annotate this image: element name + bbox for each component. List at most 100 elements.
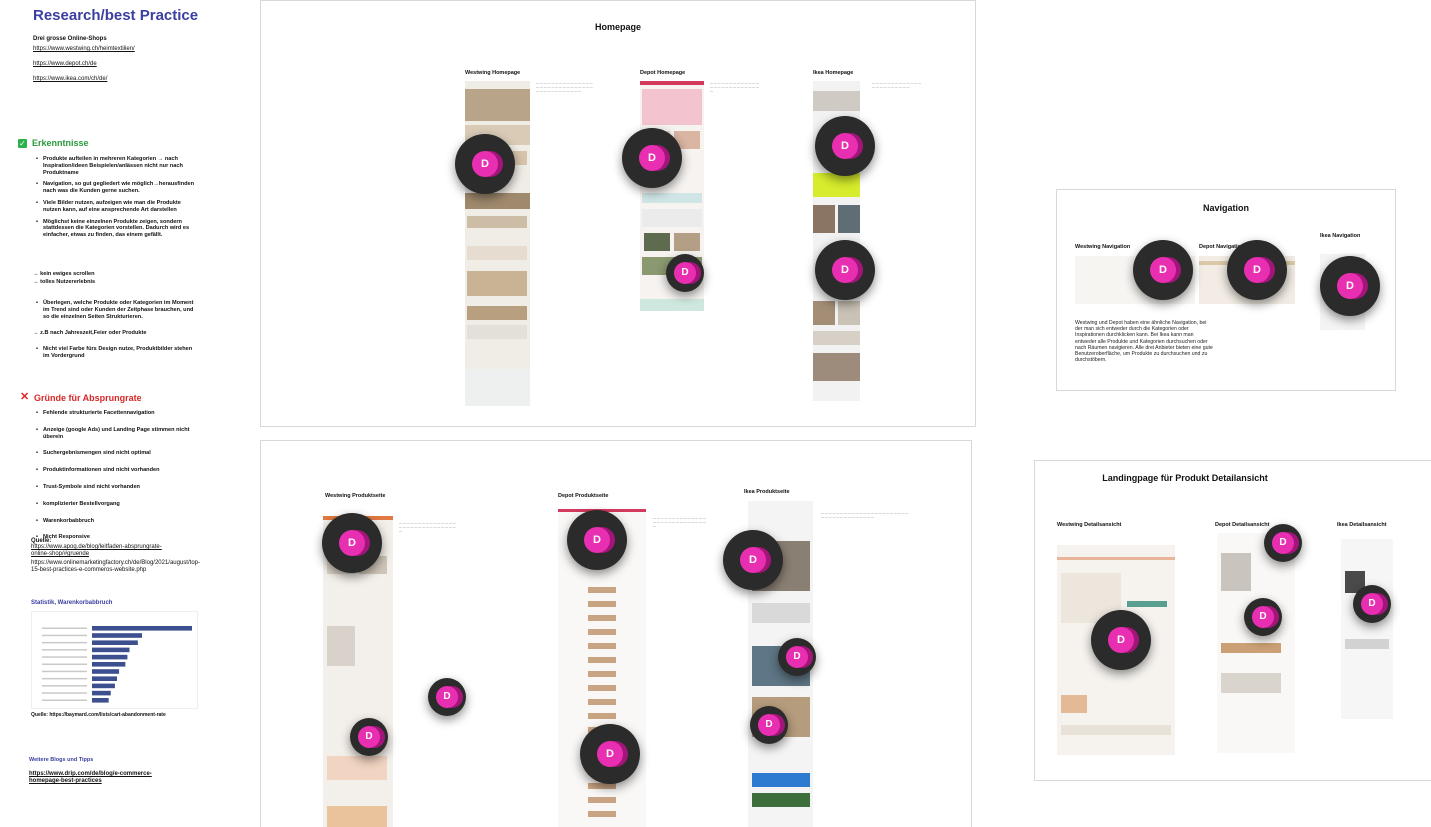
collaborator-avatar-marker[interactable]: D xyxy=(1264,524,1302,562)
figma-canvas[interactable]: Research/best Practice Drei grosse Onlin… xyxy=(0,0,1431,827)
collaborator-avatar-marker[interactable]: D xyxy=(1227,240,1287,300)
depot-detail-shot xyxy=(1217,533,1295,753)
collaborator-avatar-marker[interactable]: D xyxy=(815,116,875,176)
bounce-item: Produktinformationen sind nicht vorhande… xyxy=(35,467,195,474)
insights-list-2: Überlegen, welche Produkte oder Kategori… xyxy=(35,300,195,320)
collaborator-avatar-marker[interactable]: D xyxy=(455,134,515,194)
chart-bar xyxy=(92,640,138,645)
avatar[interactable]: D xyxy=(472,151,498,177)
chart-bar-label-placeholder xyxy=(42,641,87,644)
ikea-detail-label: Ikea Detailsansicht xyxy=(1337,522,1387,528)
source-link-1[interactable]: https://www.apog.de/blog/leitfaden-abspr… xyxy=(31,544,171,558)
avatar[interactable]: D xyxy=(436,686,458,708)
chart-bar-label-placeholder xyxy=(42,677,87,680)
insight-item: Nicht viel Farbe fürs Design nutze, Prod… xyxy=(35,346,195,360)
stats-source[interactable]: Quelle: https://baymard.com/lists/cart-a… xyxy=(31,712,166,718)
ikea-produkt-label: Ikea Produktseite xyxy=(744,489,790,495)
avatar[interactable]: D xyxy=(1272,532,1294,554)
bounce-item: komplizierter Bestellvorgang xyxy=(35,501,195,508)
navigation-text: Westwing und Depot haben eine ähnliche N… xyxy=(1075,320,1213,364)
collaborator-avatar-marker[interactable]: D xyxy=(580,724,640,784)
note-text: — — — — — — — — — — — — — — — — — — — — … xyxy=(653,516,706,528)
collaborator-avatar-marker[interactable]: D xyxy=(322,513,382,573)
avatar[interactable]: D xyxy=(358,726,380,748)
collaborator-avatar-marker[interactable]: D xyxy=(567,510,627,570)
homepage-frame[interactable]: Homepage Westwing Homepage — — — — — — —… xyxy=(260,0,976,427)
westwing-navigation-label: Westwing Navigation xyxy=(1075,244,1131,250)
bounce-title: Gründe für Absprungrate xyxy=(34,393,142,403)
link-westwing[interactable]: https://www.westwing.ch/heimtextilien/ xyxy=(33,46,135,52)
note-text: — — — — — — — — — — — — — — — — — — — — … xyxy=(821,511,909,519)
avatar[interactable]: D xyxy=(1150,257,1176,283)
avatar[interactable]: D xyxy=(1337,273,1363,299)
collaborator-avatar-marker[interactable]: D xyxy=(428,678,466,716)
insight-arrow: → kein ewiges scrollen xyxy=(33,271,95,277)
insight-item: Möglichst keine einzelnen Produkte zeige… xyxy=(35,219,195,239)
link-ikea[interactable]: https://www.ikea.com/ch/de/ xyxy=(33,76,107,82)
avatar[interactable]: D xyxy=(584,527,610,553)
chart-bar xyxy=(92,654,128,660)
insight-item: Navigation, so gut gegliedert wie möglic… xyxy=(35,181,195,195)
avatar[interactable]: D xyxy=(758,714,780,736)
chart-bar-label-placeholder xyxy=(42,627,87,629)
avatar[interactable]: D xyxy=(832,133,858,159)
homepage-title: Homepage xyxy=(594,22,641,32)
avatar[interactable]: D xyxy=(1244,257,1270,283)
westwing-detail-label: Westwing Detailsansicht xyxy=(1057,522,1122,528)
bounce-item: Suchergebnismengen sind nicht optimal xyxy=(35,450,195,457)
insight-arrow: → z.B nach Jahreszeit,Feier oder Produkt… xyxy=(33,330,147,336)
bounce-item: Fehlende strukturierte Facettennavigatio… xyxy=(35,410,195,417)
collaborator-avatar-marker[interactable]: D xyxy=(666,254,704,292)
avatar[interactable]: D xyxy=(339,530,365,556)
avatar[interactable]: D xyxy=(740,547,766,573)
note-text: — — — — — — — — — — — — — — — — — — — — … xyxy=(399,521,456,533)
avatar[interactable]: D xyxy=(639,145,665,171)
collaborator-avatar-marker[interactable]: D xyxy=(1133,240,1193,300)
collaborator-avatar-marker[interactable]: D xyxy=(622,128,682,188)
avatar[interactable]: D xyxy=(786,646,808,668)
avatar[interactable]: D xyxy=(1361,593,1383,615)
source-link-2[interactable]: https://www.onlinemarketingfactory.ch/de… xyxy=(31,560,200,574)
insights-list-3: Nicht viel Farbe fürs Design nutze, Prod… xyxy=(35,346,195,365)
collaborator-avatar-marker[interactable]: D xyxy=(1353,585,1391,623)
check-icon: ✓ xyxy=(18,139,27,148)
avatar[interactable]: D xyxy=(597,741,623,767)
insight-item: Produkte aufteilen in mehreren Kategorie… xyxy=(35,156,195,176)
insight-item: Viele Bilder nutzen, aufzeigen wie man d… xyxy=(35,200,195,214)
bounce-item: Nicht Responsive xyxy=(35,534,195,541)
depot-homepage-label: Depot Homepage xyxy=(640,70,686,76)
chart-bar-label-placeholder xyxy=(42,699,87,701)
avatar[interactable]: D xyxy=(1108,627,1134,653)
collaborator-avatar-marker[interactable]: D xyxy=(723,530,783,590)
collaborator-avatar-marker[interactable]: D xyxy=(750,706,788,744)
avatar[interactable]: D xyxy=(674,262,696,284)
westwing-homepage-shot xyxy=(465,81,530,406)
collaborator-avatar-marker[interactable]: D xyxy=(815,240,875,300)
avatar[interactable]: D xyxy=(1252,606,1274,628)
note-text: — — — — — — — — — — — — — — — — — — — — … xyxy=(872,81,922,89)
ikea-detail-shot xyxy=(1341,539,1393,719)
bounce-item: Anzeige (google Ads) und Landing Page st… xyxy=(35,427,195,441)
collaborator-avatar-marker[interactable]: D xyxy=(1320,256,1380,316)
blogs-title: Weitere Blogs und Tipps xyxy=(29,757,94,763)
link-depot[interactable]: https://www.depot.ch/de xyxy=(33,61,97,67)
collaborator-avatar-marker[interactable]: D xyxy=(778,638,816,676)
note-text: — — — — — — — — — — — — — — — — — — — — … xyxy=(536,81,593,93)
chart-bar xyxy=(92,698,109,703)
collaborator-avatar-marker[interactable]: D xyxy=(1244,598,1282,636)
chart-bar-label-placeholder xyxy=(42,685,87,687)
bounce-list: Fehlende strukturierte Facettennavigatio… xyxy=(35,410,195,551)
insight-item: Überlegen, welche Produkte oder Kategori… xyxy=(35,300,195,320)
research-title: Research/best Practice xyxy=(33,7,199,24)
blogs-link[interactable]: https://www.drip.com/de/blog/e-commerce-… xyxy=(29,771,179,785)
collaborator-avatar-marker[interactable]: D xyxy=(350,718,388,756)
chart-bar-label-placeholder xyxy=(42,656,87,658)
navigation-title: Navigation xyxy=(1202,203,1249,213)
avatar[interactable]: D xyxy=(832,257,858,283)
chart-bar xyxy=(92,662,126,667)
bounce-item: Warenkorbabbruch xyxy=(35,518,195,525)
chart-bar xyxy=(92,669,120,674)
chart-bar-label-placeholder xyxy=(42,663,87,665)
collaborator-avatar-marker[interactable]: D xyxy=(1091,610,1151,670)
ikea-navigation-label: Ikea Navigation xyxy=(1320,233,1361,239)
